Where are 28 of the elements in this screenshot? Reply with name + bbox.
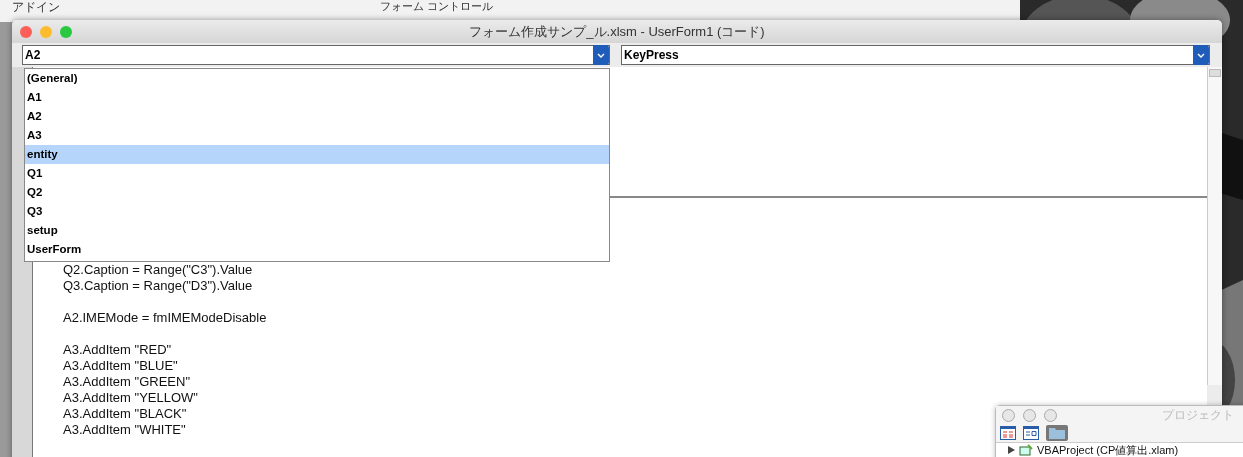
code-line: A3.AddItem "WHITE" xyxy=(63,422,186,438)
code-line: A2.IMEMode = fmIMEModeDisable xyxy=(63,310,267,326)
code-line: A3.AddItem "RED" xyxy=(63,342,172,358)
code-line: A3.AddItem "BLACK" xyxy=(63,406,187,422)
zoom-button[interactable] xyxy=(60,25,72,38)
procedure-combo[interactable]: KeyPress xyxy=(621,45,1210,65)
project-icon xyxy=(1019,444,1033,456)
ribbon-group-title: フォーム コントロール xyxy=(380,0,494,12)
ribbon-tab[interactable]: アドイン xyxy=(12,0,60,14)
expand-arrow-icon[interactable] xyxy=(1008,446,1015,454)
code-line: Q3.Caption = Range("D3").Value xyxy=(63,278,253,294)
view-code-icon[interactable] xyxy=(1000,426,1016,440)
chevron-down-icon xyxy=(1197,52,1205,58)
code-line: Q2.Caption = Range("C3").Value xyxy=(63,262,253,278)
scrollbar[interactable] xyxy=(1207,67,1222,385)
chevron-down-icon xyxy=(597,52,605,58)
view-object-icon[interactable] xyxy=(1023,426,1039,440)
tree-item[interactable]: VBAProject (CP値算出.xlam) xyxy=(1037,443,1179,457)
code-line: A3.AddItem "BLUE" xyxy=(63,358,178,374)
code-line: A3.AddItem "GREEN" xyxy=(63,374,190,390)
window-title: フォーム作成サンプ_ル.xlsm - UserForm1 (コード) xyxy=(469,22,766,41)
dropdown-item[interactable]: entity xyxy=(25,145,609,164)
minimize-button[interactable] xyxy=(40,25,52,38)
object-combo[interactable]: A2 xyxy=(22,45,610,65)
close-button[interactable] xyxy=(20,25,32,38)
code-line: A3.AddItem "YELLOW" xyxy=(63,390,198,406)
zoom-button[interactable] xyxy=(1044,408,1057,422)
folder-icon[interactable] xyxy=(1046,425,1068,441)
